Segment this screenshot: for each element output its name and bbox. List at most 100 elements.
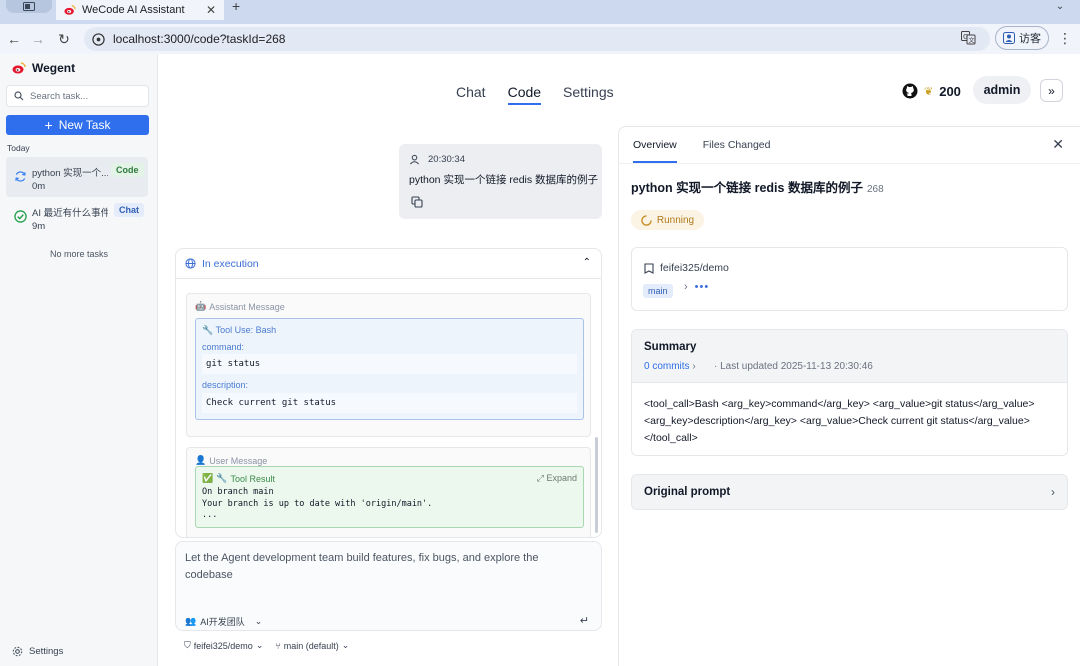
tab-divider [619, 163, 1080, 164]
brand[interactable]: Wegent [12, 61, 75, 75]
more-icon[interactable]: › ••• [684, 281, 709, 293]
original-prompt-row[interactable]: Original prompt › [631, 474, 1068, 510]
commits-link[interactable]: 0 commits › [644, 361, 696, 372]
top-nav: Chat Code Settings [456, 84, 614, 105]
new-tab-icon[interactable]: + [232, 0, 240, 13]
command-value: git status [202, 354, 577, 374]
user-icon: 👤 [195, 455, 207, 465]
gear-icon [12, 646, 23, 657]
task-duration: 9m [32, 221, 46, 232]
tab-files-changed[interactable]: Files Changed [703, 127, 771, 163]
tab-group-button[interactable] [6, 0, 52, 13]
task-detail-panel: Overview Files Changed ✕ python 实现一个链接 r… [618, 126, 1080, 666]
close-tab-icon[interactable]: ✕ [206, 3, 216, 17]
weibo-logo-icon [12, 62, 26, 74]
execution-title: In execution [202, 257, 259, 270]
translate-icon[interactable]: G文 [961, 31, 976, 48]
repo-name[interactable]: feifei325/demo [644, 262, 729, 274]
tool-use-label: Tool Use: Bash [215, 325, 277, 335]
message-meta: 20:30:34 [409, 154, 465, 165]
chevron-right-icon: › [1051, 485, 1055, 499]
repo-icon [644, 262, 654, 274]
repo-selector[interactable]: ⛉ feifei325/demo ⌄ [184, 640, 263, 651]
repo-card: feifei325/demo main › ••• [631, 247, 1068, 311]
search-icon [14, 91, 24, 101]
forward-icon[interactable]: → [28, 29, 48, 49]
window-icon [23, 2, 35, 11]
branch-selector[interactable]: ⑂ main (default) ⌄ [275, 640, 349, 651]
branch-badge: main [643, 284, 673, 298]
sidebar: Wegent + New Task Today python 实现一个... 0… [0, 54, 158, 666]
tab-code[interactable]: Code [507, 84, 542, 105]
user-message-card: 👤 User Message ✅ 🔧 Tool Result ⤢ Expand O… [186, 447, 591, 537]
double-chevron-right-icon: » [1048, 83, 1055, 98]
output-line: ... [202, 510, 218, 520]
team-label: AI开发团队 [200, 617, 245, 627]
settings-label: Settings [29, 646, 64, 657]
weibo-favicon-icon [64, 5, 76, 15]
browser-tab-active[interactable]: WeCode AI Assistant ✕ [56, 0, 224, 20]
reload-icon[interactable]: ↻ [54, 29, 74, 49]
team-icon: 👥 [185, 616, 197, 626]
scrollbar[interactable] [595, 437, 598, 533]
composer-placeholder[interactable]: Let the Agent development team build fea… [185, 550, 585, 584]
message-composer[interactable]: Let the Agent development team build fea… [175, 541, 602, 631]
team-selector[interactable]: 👥 AI开发团队 ⌄ [185, 615, 262, 628]
new-task-button[interactable]: + New Task [6, 115, 149, 135]
output-line: Your branch is up to date with 'origin/m… [202, 498, 433, 509]
task-type-badge: Code [111, 163, 144, 177]
assistant-message-label: Assistant Message [209, 301, 285, 312]
app-root: Wegent + New Task Today python 实现一个... 0… [0, 54, 1080, 666]
robot-icon: 🤖 [195, 301, 207, 311]
section-today: Today [7, 143, 30, 153]
expand-icon: ⤢ [536, 473, 544, 483]
tool-result-output: On branch main Your branch is up to date… [202, 487, 432, 522]
browser-menu-icon[interactable]: ⋮ [1058, 30, 1072, 47]
tab-chat[interactable]: Chat [456, 84, 486, 105]
site-info-icon[interactable] [92, 32, 105, 46]
url-text[interactable]: localhost:3000/code?taskId=268 [113, 32, 285, 46]
search-input[interactable] [30, 90, 140, 102]
execution-panel: In execution ⌃ 🤖 Assistant Message 🔧 Too… [175, 248, 602, 538]
user-message-title: 👤 User Message [195, 455, 267, 466]
browser-tab-strip: WeCode AI Assistant ✕ + ⌄ [0, 0, 1080, 24]
user-menu-button[interactable]: admin [973, 76, 1031, 104]
guest-profile-button[interactable]: 访客 [995, 26, 1049, 50]
task-item[interactable]: AI 最近有什么事件 9m Chat [6, 197, 148, 237]
chevron-down-icon: ⌄ [255, 640, 264, 650]
tab-search-icon[interactable]: ⌄ [1050, 0, 1070, 13]
github-star-link[interactable]: ❦ 200 [902, 83, 961, 99]
tab-settings[interactable]: Settings [563, 84, 614, 105]
send-icon[interactable]: ↵ [580, 614, 589, 627]
task-item[interactable]: python 实现一个... 0m Code [6, 157, 148, 197]
description-value: Check current git status [202, 393, 577, 413]
repo-label: feifei325/demo [193, 640, 253, 651]
back-icon[interactable]: ← [4, 29, 24, 49]
tool-result-label: Tool Result [230, 473, 275, 484]
sidebar-settings-link[interactable]: Settings [12, 646, 63, 657]
svg-text:文: 文 [969, 37, 975, 45]
assistant-message-title: 🤖 Assistant Message [195, 301, 285, 312]
collapse-panel-button[interactable]: » [1040, 79, 1063, 102]
summary-title: Summary [644, 341, 697, 353]
wrench-icon: 🔧 [202, 325, 214, 335]
task-title: python 实现一个... [32, 168, 108, 179]
search-box[interactable] [6, 85, 149, 107]
expand-button[interactable]: ⤢ Expand [537, 473, 577, 484]
execution-header[interactable]: In execution ⌃ [176, 249, 601, 279]
summary-body: <tool_call>Bash <arg_key>command</arg_ke… [644, 398, 1035, 444]
omnibox[interactable]: localhost:3000/code?taskId=268 G文 [84, 27, 990, 51]
panel-tabs: Overview Files Changed [633, 127, 770, 163]
chevron-up-icon[interactable]: ⌃ [583, 257, 591, 268]
description-label: description: [202, 380, 249, 390]
tool-use-title: 🔧 Tool Use: Bash [202, 325, 276, 336]
tool-result-block: ✅ 🔧 Tool Result ⤢ Expand On branch main Y… [195, 466, 584, 528]
task-title: python 实现一个链接 redis 数据库的例子 [631, 181, 863, 195]
close-icon[interactable]: ✕ [1052, 136, 1064, 153]
tab-overview[interactable]: Overview [633, 127, 677, 163]
task-id: 268 [866, 184, 884, 195]
chevron-right-icon: › [692, 361, 696, 372]
copy-icon[interactable] [411, 196, 423, 208]
message-time: 20:30:34 [428, 154, 465, 165]
check-box-icon: ✅ [202, 473, 214, 483]
